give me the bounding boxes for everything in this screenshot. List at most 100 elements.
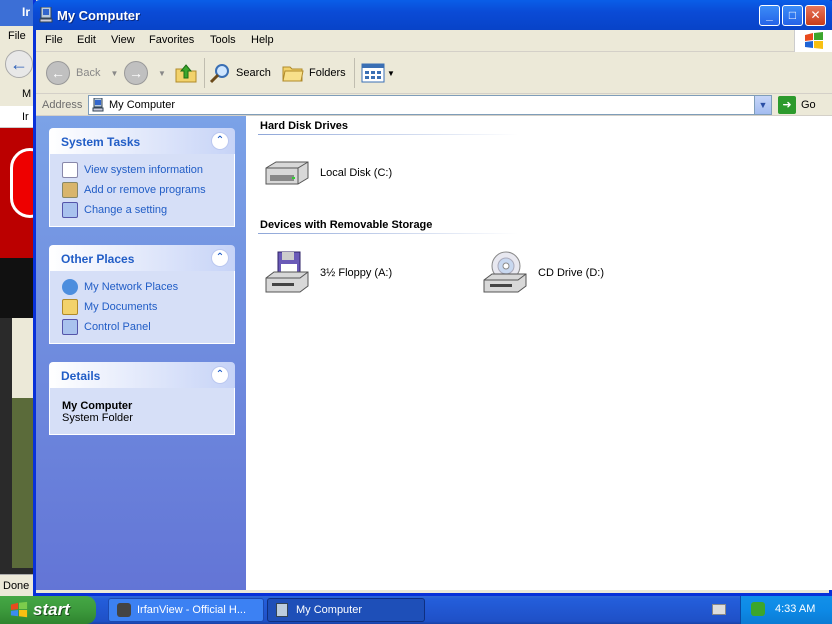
back-dropdown-icon[interactable]: ▼ [110, 69, 118, 78]
address-value: My Computer [109, 99, 176, 111]
window-title: My Computer [57, 8, 141, 23]
bg-back-arrow-icon[interactable]: ← [5, 50, 33, 78]
details-body: My Computer System Folder [49, 388, 235, 435]
menu-tools[interactable]: Tools [210, 34, 236, 46]
details-title: Details [61, 369, 101, 383]
back-button[interactable]: ← Back ▼ [46, 60, 118, 86]
views-icon [361, 63, 385, 83]
other-places-header[interactable]: Other Places ⌃ [49, 245, 235, 271]
drive-label: Local Disk (C:) [320, 167, 393, 179]
place-my-network-places[interactable]: My Network Places [62, 277, 234, 297]
task-pane: System Tasks ⌃ View system information A… [36, 116, 246, 590]
folders-label: Folders [309, 67, 346, 79]
address-label: Address [42, 99, 83, 111]
go-button[interactable]: ➜ Go [778, 96, 816, 114]
task-add-remove-programs[interactable]: Add or remove programs [62, 180, 234, 200]
add-remove-programs-icon [62, 182, 78, 198]
address-input[interactable]: My Computer ▼ [88, 95, 772, 115]
back-arrow-icon: ← [46, 61, 70, 85]
keyboard-icon[interactable] [712, 604, 726, 615]
details-type: System Folder [62, 412, 133, 424]
minimize-button[interactable]: _ [759, 5, 780, 26]
drive-local-disk-c[interactable]: Local Disk (C:) [262, 158, 392, 188]
system-tasks-body: View system information Add or remove pr… [49, 154, 235, 227]
floppy-drive-icon [265, 251, 309, 293]
drive-label: 3½ Floppy (A:) [320, 267, 393, 279]
menu-view[interactable]: View [111, 34, 135, 46]
forward-button[interactable]: → ▼ [124, 60, 166, 86]
windows-logo-icon [794, 30, 832, 52]
group-removable-storage: Devices with Removable Storage [260, 219, 433, 231]
my-computer-icon [39, 7, 53, 23]
system-tasks-title: System Tasks [61, 135, 141, 149]
task-change-setting[interactable]: Change a setting [62, 200, 234, 220]
tray-network-icon[interactable] [751, 602, 765, 616]
content-pane: Hard Disk Drives Local Disk (C:) Devices… [246, 116, 832, 590]
place-label: My Documents [84, 301, 158, 313]
task-label: Change a setting [84, 204, 168, 216]
place-label: My Network Places [84, 281, 179, 293]
go-arrow-icon: ➜ [778, 96, 796, 114]
irfanview-icon [117, 603, 131, 617]
hard-disk-icon [265, 161, 309, 185]
views-button[interactable]: ▼ [361, 60, 395, 86]
forward-dropdown-icon[interactable]: ▼ [158, 69, 166, 78]
search-label: Search [236, 67, 271, 79]
collapse-chevron-icon[interactable]: ⌃ [211, 366, 229, 384]
menu-favorites[interactable]: Favorites [149, 34, 194, 46]
collapse-chevron-icon[interactable]: ⌃ [211, 132, 229, 150]
system-tray: 4:33 AM [740, 596, 832, 624]
menu-file[interactable]: File [45, 34, 63, 46]
taskbar-irfanview[interactable]: IrfanView - Official H... [108, 598, 264, 622]
go-label: Go [801, 99, 816, 111]
system-tasks-header[interactable]: System Tasks ⌃ [49, 128, 235, 154]
menu-help[interactable]: Help [251, 34, 274, 46]
taskbar-my-computer[interactable]: My Computer [267, 598, 425, 622]
up-folder-button[interactable] [174, 60, 198, 86]
windows-flag-icon [10, 601, 28, 618]
clock[interactable]: 4:33 AM [775, 603, 815, 615]
drive-floppy-a[interactable]: 3½ Floppy (A:) [262, 250, 392, 296]
start-label: start [33, 600, 70, 619]
details-name: My Computer [62, 400, 133, 412]
drive-cd-d[interactable]: CD Drive (D:) [480, 250, 604, 296]
control-panel-icon [62, 319, 78, 335]
details-panel: Details ⌃ My Computer System Folder [49, 362, 235, 435]
place-control-panel[interactable]: Control Panel [62, 317, 234, 337]
other-places-title: Other Places [61, 252, 135, 266]
taskbar: start IrfanView - Official H... My Compu… [0, 596, 832, 624]
my-computer-window: My Computer _ □ ✕ File Edit View Favorit… [33, 0, 832, 596]
menu-edit[interactable]: Edit [77, 34, 96, 46]
folders-icon [282, 66, 304, 82]
group-divider [258, 134, 518, 135]
close-button[interactable]: ✕ [805, 5, 826, 26]
address-bar: Address My Computer ▼ ➜ Go [36, 94, 832, 116]
other-places-body: My Network Places My Documents Control P… [49, 271, 235, 344]
toolbar: ← Back ▼ → ▼ Search Folders ▼ [36, 52, 832, 94]
control-panel-icon [62, 202, 78, 218]
address-dropdown-icon[interactable]: ▼ [754, 96, 771, 114]
collapse-chevron-icon[interactable]: ⌃ [211, 249, 229, 267]
taskbar-item-label: IrfanView - Official H... [137, 604, 247, 616]
details-header[interactable]: Details ⌃ [49, 362, 235, 388]
place-my-documents[interactable]: My Documents [62, 297, 234, 317]
menu-bar: File Edit View Favorites Tools Help [36, 30, 832, 52]
place-label: Control Panel [84, 321, 151, 333]
folders-button[interactable]: Folders [282, 60, 346, 86]
task-view-system-info[interactable]: View system information [62, 160, 234, 180]
search-button[interactable]: Search [209, 60, 271, 86]
my-documents-icon [62, 299, 78, 315]
title-bar[interactable]: My Computer _ □ ✕ [33, 0, 832, 30]
search-icon [209, 64, 229, 84]
other-places-panel: Other Places ⌃ My Network Places My Docu… [49, 245, 235, 344]
taskbar-item-label: My Computer [296, 604, 363, 616]
task-label: View system information [84, 164, 204, 176]
forward-arrow-icon: → [124, 61, 148, 85]
cd-drive-icon [483, 251, 527, 293]
my-computer-small-icon [92, 98, 104, 112]
start-button[interactable]: start [0, 596, 96, 624]
drive-label: CD Drive (D:) [538, 267, 604, 279]
views-dropdown-icon[interactable]: ▼ [387, 69, 395, 78]
maximize-button[interactable]: □ [782, 5, 803, 26]
group-divider [258, 233, 518, 234]
